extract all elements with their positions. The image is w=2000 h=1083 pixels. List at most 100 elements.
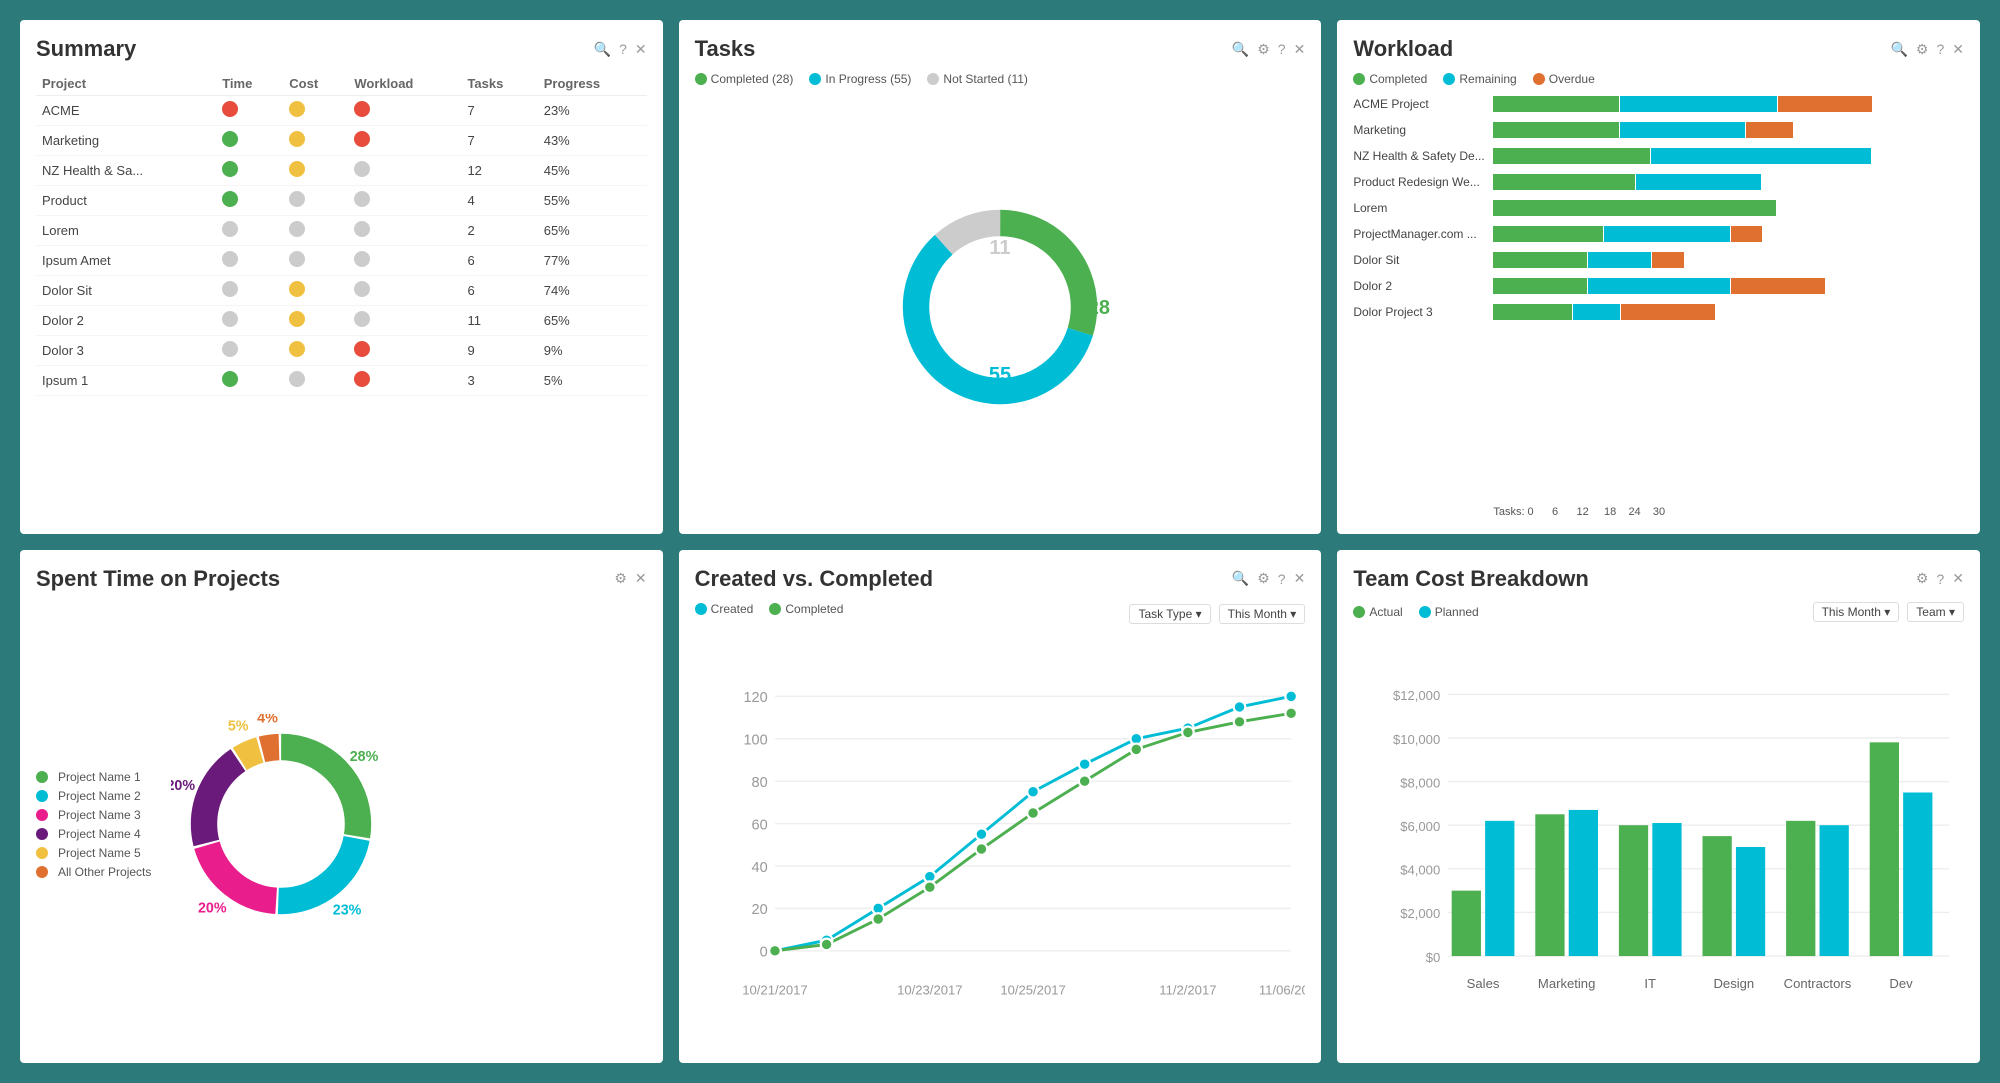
remaining-bar (1573, 304, 1620, 320)
close-icon[interactable]: ✕ (1952, 41, 1964, 58)
time-indicator (216, 96, 283, 126)
workload-axis-label: Tasks: 0 6 12 18 24 30 (1353, 506, 1964, 518)
table-row: Dolor 3 9 9% (36, 336, 647, 366)
search-icon[interactable]: 🔍 (1890, 41, 1907, 58)
spent-label: Project Name 3 (58, 808, 141, 822)
remaining-bar (1620, 96, 1777, 112)
svg-text:5%: 5% (228, 719, 249, 735)
task-type-filter[interactable]: Task Type ▾ (1129, 604, 1210, 624)
legend-item: In Progress (55) (809, 72, 911, 86)
help-icon[interactable]: ? (619, 41, 627, 57)
summary-title: Summary (36, 36, 136, 62)
donut-chart (880, 187, 1120, 427)
close-icon[interactable]: ✕ (635, 41, 647, 58)
spent-legend-item: All Other Projects (36, 865, 151, 879)
gear-icon[interactable]: ⚙ (1916, 41, 1929, 58)
progress-value: 77% (538, 246, 647, 276)
dashboard: Summary 🔍 ? ✕ Project Time Cost Workload… (20, 20, 1980, 1063)
legend-item: Not Started (11) (927, 72, 1027, 86)
created-vs-completed-card: Created vs. Completed 🔍 ⚙ ? ✕ CreatedCom… (679, 550, 1322, 1064)
workload-project-name: ProjectManager.com ... (1353, 227, 1493, 241)
tasks-legend: Completed (28)In Progress (55)Not Starte… (695, 72, 1306, 86)
cost-indicator (283, 216, 348, 246)
help-icon[interactable]: ? (1936, 41, 1944, 57)
gear-icon[interactable]: ⚙ (614, 570, 627, 587)
workload-bar (1493, 96, 1964, 112)
close-icon[interactable]: ✕ (635, 570, 647, 587)
workload-bar (1493, 200, 1964, 216)
svg-text:20%: 20% (198, 901, 227, 917)
workload-project-name: Dolor Project 3 (1353, 305, 1493, 319)
table-row: Ipsum 1 3 5% (36, 366, 647, 396)
this-month-filter[interactable]: This Month ▾ (1219, 604, 1306, 624)
spent-time-card: Spent Time on Projects ⚙ ✕ Project Name … (20, 550, 663, 1064)
time-indicator (216, 276, 283, 306)
workload-bar (1493, 278, 1964, 294)
spent-time-icons: ⚙ ✕ (614, 570, 646, 587)
svg-text:28%: 28% (350, 749, 379, 765)
gear-icon[interactable]: ⚙ (1257, 570, 1270, 587)
planned-bar (1485, 820, 1514, 955)
summary-header: Summary 🔍 ? ✕ (36, 36, 647, 62)
spent-legend-item: Project Name 3 (36, 808, 151, 822)
overdue-bar (1778, 96, 1872, 112)
workload-project-name: Marketing (1353, 123, 1493, 137)
time-indicator (216, 156, 283, 186)
cost-indicator (283, 366, 348, 396)
remaining-bar (1588, 252, 1651, 268)
workload-row: Dolor Sit (1353, 252, 1964, 268)
cvc-legend: CreatedCompleted (695, 602, 844, 616)
category-label: Dev (1890, 976, 1914, 991)
spent-legend: Project Name 1Project Name 2Project Name… (36, 770, 151, 879)
workload-project-name: Lorem (1353, 201, 1493, 215)
actual-bar (1619, 825, 1648, 956)
workload-indicator (348, 216, 461, 246)
workload-row: Dolor 2 (1353, 278, 1964, 294)
spent-label: Project Name 5 (58, 846, 141, 860)
svg-text:$8,000: $8,000 (1401, 775, 1441, 790)
workload-header: Workload 🔍 ⚙ ? ✕ (1353, 36, 1964, 62)
gear-icon[interactable]: ⚙ (1257, 41, 1270, 58)
help-icon[interactable]: ? (1936, 571, 1944, 587)
svg-text:$4,000: $4,000 (1401, 862, 1441, 877)
tasks-header: Tasks 🔍 ⚙ ? ✕ (695, 36, 1306, 62)
spent-legend-item: Project Name 2 (36, 789, 151, 803)
close-icon[interactable]: ✕ (1294, 570, 1306, 587)
completed-bar (1493, 174, 1634, 190)
search-icon[interactable]: 🔍 (1232, 570, 1249, 587)
cost-indicator (283, 126, 348, 156)
workload-project-name: Dolor 2 (1353, 279, 1493, 293)
project-name: Ipsum Amet (36, 246, 216, 276)
help-icon[interactable]: ? (1278, 571, 1286, 587)
remaining-bar (1604, 226, 1730, 242)
workload-indicator (348, 246, 461, 276)
tasks-icons: 🔍 ⚙ ? ✕ (1232, 41, 1306, 58)
progress-value: 65% (538, 306, 647, 336)
tasks-count: 6 (461, 276, 537, 306)
cvc-legend-item: Created (695, 602, 754, 616)
donut-container: 11 28 55 (695, 96, 1306, 518)
workload-indicator (348, 366, 461, 396)
close-icon[interactable]: ✕ (1952, 570, 1964, 587)
this-month-filter-cost[interactable]: This Month ▾ (1813, 602, 1900, 622)
workload-bar (1493, 304, 1964, 320)
not-started-label: 11 (989, 237, 1010, 260)
overdue-bar (1746, 122, 1793, 138)
help-icon[interactable]: ? (1278, 41, 1286, 57)
completed-bar (1493, 226, 1603, 242)
search-icon[interactable]: 🔍 (1232, 41, 1249, 58)
svg-text:120: 120 (743, 690, 767, 706)
progress-value: 23% (538, 96, 647, 126)
progress-value: 43% (538, 126, 647, 156)
gear-icon[interactable]: ⚙ (1916, 570, 1929, 587)
close-icon[interactable]: ✕ (1294, 41, 1306, 58)
search-icon[interactable]: 🔍 (594, 41, 611, 58)
svg-text:$0: $0 (1426, 949, 1441, 964)
workload-indicator (348, 186, 461, 216)
team-cost-legend-item: Actual (1353, 605, 1402, 619)
team-filter-cost[interactable]: Team ▾ (1907, 602, 1964, 622)
col-cost: Cost (283, 72, 348, 96)
tasks-count: 6 (461, 246, 537, 276)
col-time: Time (216, 72, 283, 96)
cvc-filters: Task Type ▾ This Month ▾ (1129, 604, 1305, 624)
